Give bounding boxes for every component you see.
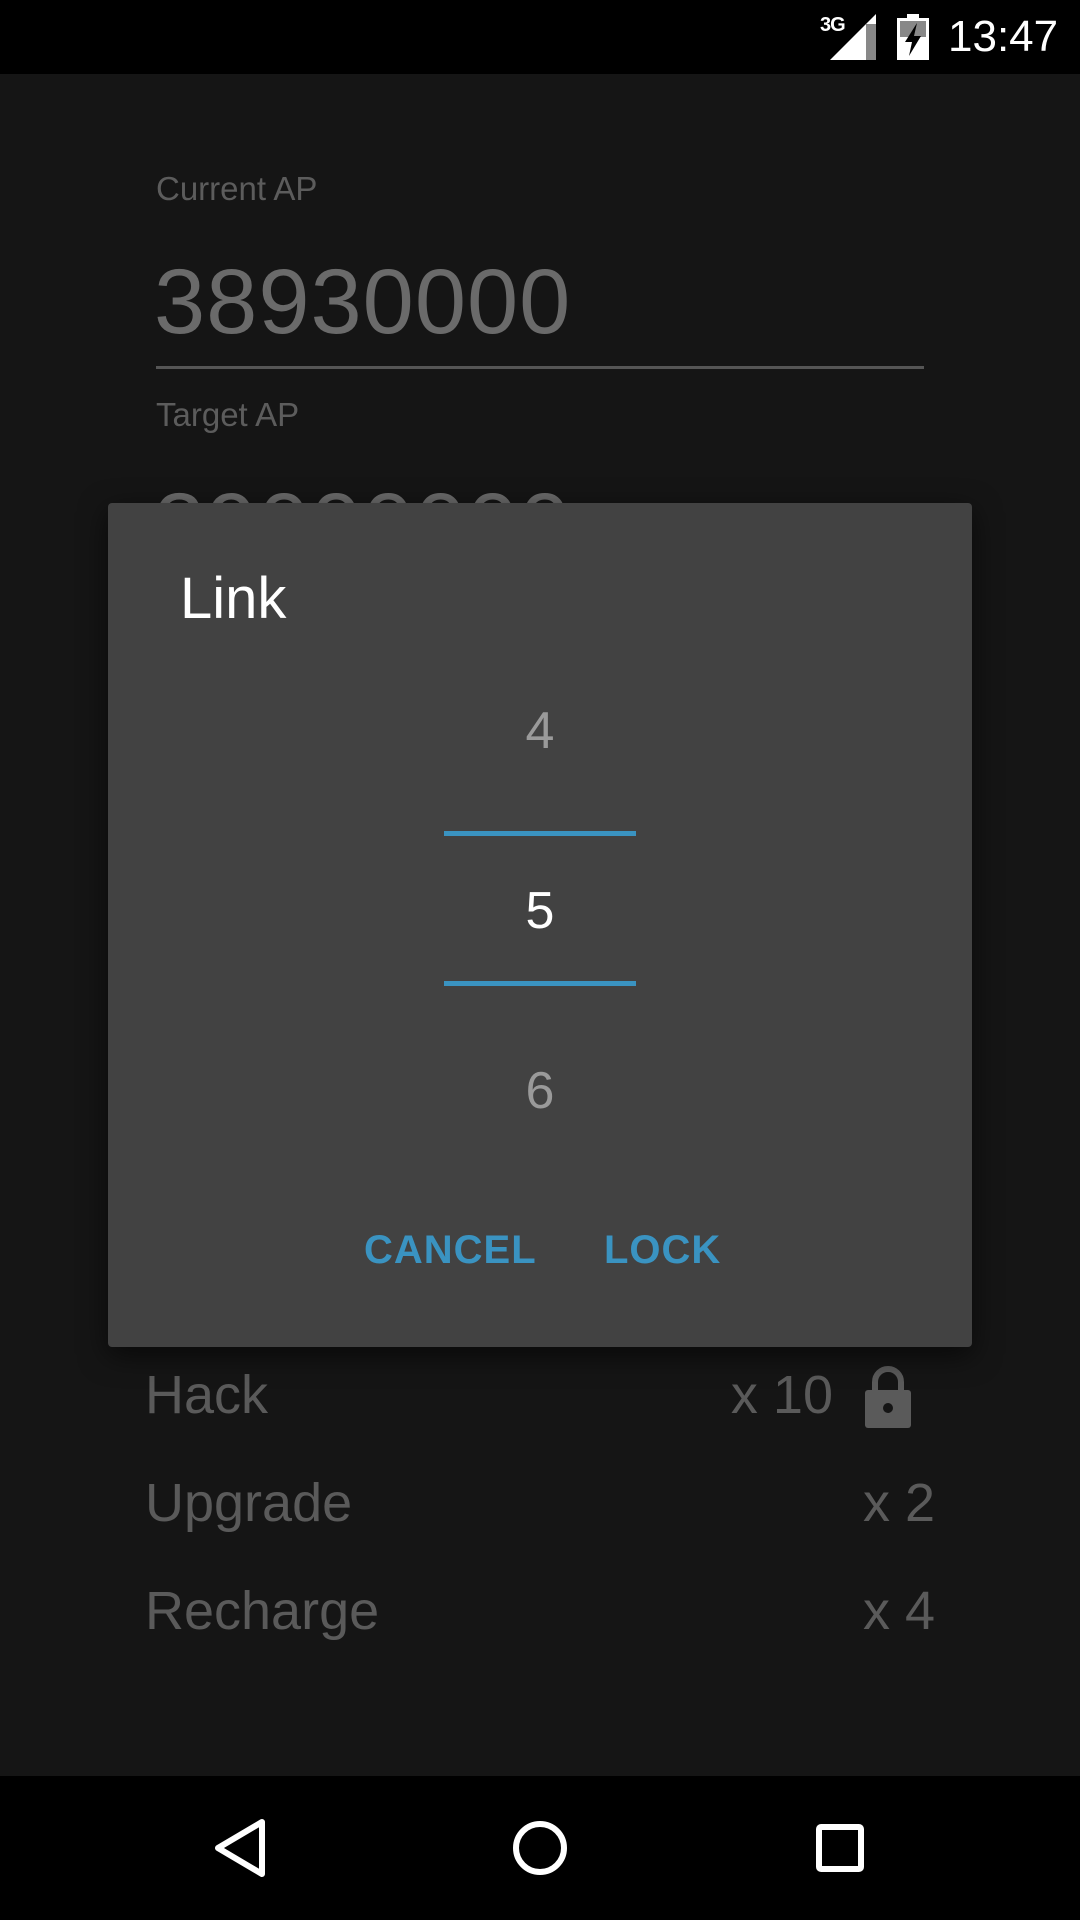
clock: 13:47 (948, 12, 1059, 61)
back-icon[interactable] (190, 1798, 290, 1898)
link-dialog: Link 4 5 6 CANCEL LOCK (108, 503, 972, 1347)
action-count: x 10 (730, 1365, 833, 1425)
action-row-upgrade[interactable]: Upgrade x 2 (145, 1472, 935, 1552)
screen: 3G 13:47 Current AP 38930000 Target AP 3… (0, 0, 1080, 1920)
battery-charging-icon (897, 14, 929, 60)
picker-selected-value[interactable]: 5 (108, 881, 972, 941)
status-bar: 3G 13:47 (0, 0, 1080, 74)
lock-button[interactable]: LOCK (604, 1228, 721, 1273)
picker-previous-value[interactable]: 4 (108, 701, 972, 761)
action-count: x 2 (862, 1473, 935, 1533)
home-icon[interactable] (490, 1798, 590, 1898)
action-name: Upgrade (145, 1473, 353, 1533)
current-ap-underline (156, 366, 924, 369)
picker-bottom-divider (444, 981, 636, 986)
action-row-recharge[interactable]: Recharge x 4 (145, 1580, 935, 1660)
recents-icon[interactable] (790, 1798, 890, 1898)
lock-icon[interactable] (863, 1366, 913, 1428)
picker-top-divider (444, 831, 636, 836)
action-row-hack[interactable]: Hack x 10 (145, 1364, 935, 1444)
picker-next-value[interactable]: 6 (108, 1061, 972, 1121)
current-ap-input[interactable]: 38930000 (154, 250, 571, 355)
target-ap-label: Target AP (156, 396, 300, 433)
navigation-bar (0, 1776, 1080, 1920)
action-name: Hack (145, 1365, 269, 1425)
dialog-title: Link (180, 566, 287, 631)
action-name: Recharge (145, 1581, 380, 1641)
action-count: x 4 (862, 1581, 935, 1641)
current-ap-label: Current AP (156, 170, 318, 207)
signal-icon (830, 14, 876, 60)
cancel-button[interactable]: CANCEL (364, 1228, 537, 1273)
